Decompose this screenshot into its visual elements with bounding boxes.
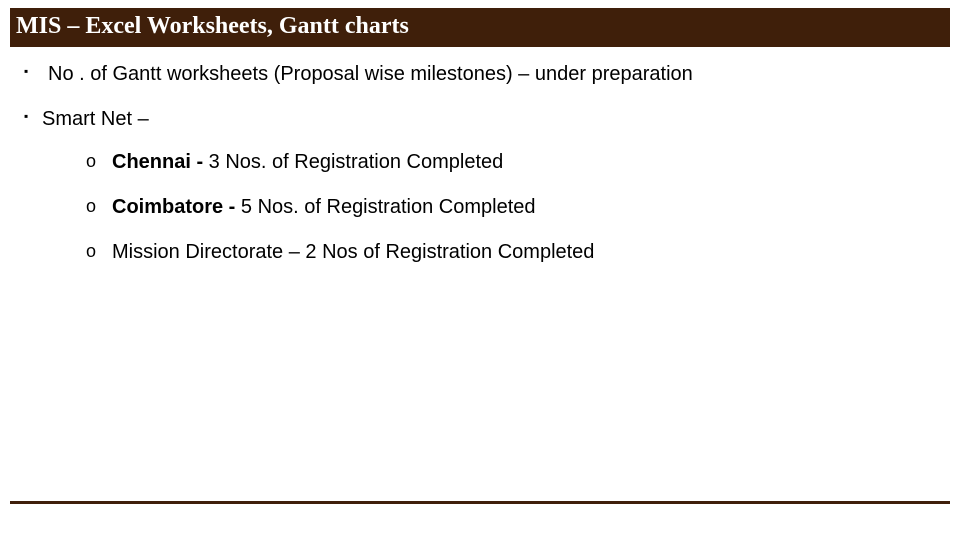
bullet-text: Smart Net –	[42, 108, 149, 130]
sub-list: Chennai - 3 Nos. of Registration Complet…	[42, 149, 950, 266]
sub-item: Chennai - 3 Nos. of Registration Complet…	[86, 149, 950, 176]
bullet-item: No . of Gantt worksheets (Proposal wise …	[20, 61, 950, 88]
sub-item: Coimbatore - 5 Nos. of Registration Comp…	[86, 194, 950, 221]
bottom-rule	[10, 501, 950, 504]
slide: MIS – Excel Worksheets, Gantt charts No …	[0, 0, 960, 540]
sub-item-bold: Chennai -	[112, 151, 203, 173]
bullet-list: No . of Gantt worksheets (Proposal wise …	[10, 61, 950, 266]
bullet-text: No . of Gantt worksheets (Proposal wise …	[48, 63, 693, 85]
sub-item-bold: Coimbatore -	[112, 196, 235, 218]
sub-item-rest: Mission Directorate – 2 Nos of Registrat…	[112, 241, 594, 263]
bullet-item: Smart Net – Chennai - 3 Nos. of Registra…	[20, 106, 950, 266]
content-area: No . of Gantt worksheets (Proposal wise …	[10, 47, 950, 266]
sub-item-rest: 3 Nos. of Registration Completed	[203, 151, 503, 173]
title-bar: MIS – Excel Worksheets, Gantt charts	[10, 8, 950, 47]
sub-item: Mission Directorate – 2 Nos of Registrat…	[86, 239, 950, 266]
slide-title: MIS – Excel Worksheets, Gantt charts	[16, 13, 409, 39]
sub-item-rest: 5 Nos. of Registration Completed	[235, 196, 535, 218]
